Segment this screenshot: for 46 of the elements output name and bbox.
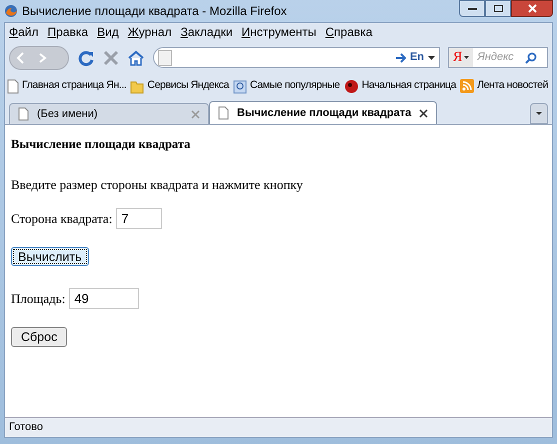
bookmark-link[interactable]: Самые популярные [250,78,340,94]
field-label: Сторона квадрата: [11,210,112,228]
dropdown-caret-icon[interactable] [464,56,470,59]
bookmark-link[interactable]: Начальная страница [362,78,456,94]
menu-item[interactable]: Справка [325,23,372,41]
browser-tab[interactable]: Вычисление площади квадрата [209,101,438,124]
bookmark-link[interactable]: Сервисы Яндекса [147,78,229,94]
calculate-button[interactable]: Вычислить [11,247,89,266]
dropdown-caret-icon[interactable] [428,56,435,60]
close-button[interactable] [511,0,553,17]
tab-list-button[interactable] [530,103,548,124]
field-label: Площадь: [11,290,66,308]
close-icon [528,4,536,13]
minimize-button[interactable] [459,0,485,17]
menu-item[interactable]: Закладки [180,23,233,41]
window-title: Вычисление площади квадрата - Mozilla Firefox [22,3,288,20]
page-icon [7,78,19,94]
address-field[interactable]: En [153,47,440,68]
reload-icon[interactable] [77,48,95,66]
page-icon [218,106,229,120]
feed-icon [460,79,474,93]
page-icon [158,50,172,66]
bookmark-link[interactable]: Главная страница Ян... [22,78,126,94]
language-indicator: En [410,50,424,66]
side-input[interactable]: 7 [116,208,162,230]
page-heading: Вычисление площади квадрата [11,136,192,153]
close-icon[interactable] [419,108,428,118]
browser-tab[interactable]: (Без имени) [9,103,209,124]
folder-icon [130,78,144,94]
maximize-button[interactable] [485,0,511,17]
dropdown-caret-icon [536,112,542,115]
browser-logo-icon [4,4,18,18]
menu-item[interactable]: Журнал [128,23,172,41]
page-icon [18,107,29,121]
home-icon[interactable] [127,48,145,66]
go-arrow-icon[interactable] [396,52,406,62]
status-text: Готово [9,420,43,436]
instruction-text: Введите размер стороны квадрата и нажмите кнопку [11,176,304,194]
bookmark-link[interactable]: Лента новостей [477,78,548,94]
area-input[interactable]: 49 [69,288,140,310]
menu-item[interactable]: Вид [97,23,119,41]
menu-item[interactable]: Инструменты [242,23,316,41]
reset-button[interactable]: Сброс [11,327,68,348]
search-icon[interactable] [525,52,538,64]
menu-item[interactable]: Файл [9,23,39,41]
menu-item[interactable]: Правка [48,23,88,41]
